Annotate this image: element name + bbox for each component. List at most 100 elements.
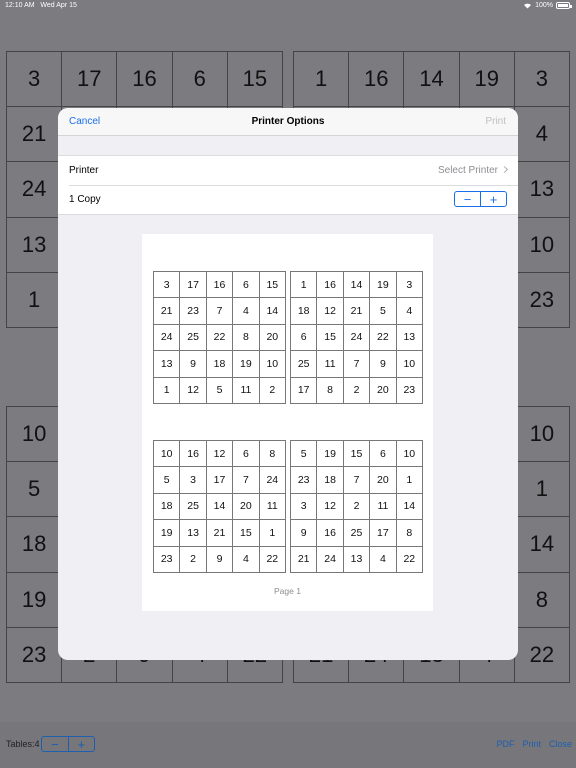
print-preview-page[interactable]: 3 17 16 6 15 21 23 7 4 14 24 25 22 8 20 13 9 18 19 10 1 12 5 11… xyxy=(142,234,433,611)
select-printer-value: Select Printer xyxy=(437,165,498,176)
grid-cell: 6 xyxy=(291,324,318,352)
grid-cell: 14 xyxy=(514,517,570,573)
grid-cell: 6 xyxy=(172,52,228,108)
tables-increment-button[interactable]: + xyxy=(69,737,95,751)
grid-cell: 9 xyxy=(370,351,397,378)
grid-cell: 3 xyxy=(396,272,423,299)
grid-cell: 9 xyxy=(180,351,207,378)
grid-cell: 21 xyxy=(154,298,181,325)
grid-cell: 25 xyxy=(180,493,207,521)
grid-cell: 10 xyxy=(396,441,423,468)
grid-cell: 13 xyxy=(514,162,570,218)
grid-cell: 13 xyxy=(396,324,423,352)
bottom-links: PDF Print Close xyxy=(496,739,572,749)
grid-cell: 6 xyxy=(370,441,397,468)
grid-cell: 12 xyxy=(317,493,344,521)
grid-cell: 1 xyxy=(7,272,63,328)
grid-cell: 21 xyxy=(291,546,318,573)
copies-increment-button[interactable]: + xyxy=(481,192,506,206)
copies-stepper: − + xyxy=(454,191,507,207)
preview-table-2: 1 16 14 19 3 18 12 21 5 4 6 15 24 22 13 25 11 7 9 10 17 8 2 20 2… xyxy=(290,271,423,404)
pdf-button[interactable]: PDF xyxy=(496,739,514,749)
battery-icon xyxy=(556,2,572,9)
grid-cell: 12 xyxy=(206,441,234,468)
printer-label: Printer xyxy=(69,165,99,176)
grid-cell: 17 xyxy=(291,377,318,404)
grid-cell: 7 xyxy=(343,351,371,378)
grid-cell: 21 xyxy=(7,107,63,163)
grid-cell: 23 xyxy=(154,546,181,573)
grid-cell: 23 xyxy=(396,377,423,404)
grid-cell: 14 xyxy=(343,272,371,299)
tables-count-label: Tables:4 xyxy=(6,739,40,749)
grid-cell: 24 xyxy=(343,324,371,352)
grid-cell: 18 xyxy=(7,517,63,573)
grid-cell: 2 xyxy=(343,493,371,521)
grid-cell: 22 xyxy=(259,546,286,573)
grid-cell: 13 xyxy=(7,217,63,273)
preview-table-4: 5 19 15 6 10 23 18 7 20 1 3 12 2 11 14 9 16 25 17 8 21 24 13 4 2… xyxy=(290,440,423,573)
dialog-nav-bar: Cancel Printer Options Print xyxy=(58,108,518,136)
grid-cell: 1 xyxy=(294,52,350,108)
grid-cell: 4 xyxy=(370,546,397,573)
grid-cell: 3 xyxy=(180,467,207,494)
printer-row[interactable]: Printer Select Printer xyxy=(58,156,518,185)
grid-cell: 10 xyxy=(259,351,286,378)
grid-cell: 19 xyxy=(317,441,344,468)
grid-cell: 18 xyxy=(206,351,234,378)
grid-cell: 7 xyxy=(343,467,371,494)
preview-table-3: 10 16 12 6 8 5 3 17 7 24 18 25 14 20 11 19 13 21 15 1 23 2 9 4 2… xyxy=(153,440,286,573)
grid-cell: 19 xyxy=(459,52,515,108)
grid-cell: 8 xyxy=(259,441,286,468)
grid-cell: 4 xyxy=(514,107,570,163)
grid-cell: 14 xyxy=(396,493,423,521)
grid-cell: 23 xyxy=(514,272,570,328)
dialog-print-button[interactable]: Print xyxy=(485,116,506,127)
status-bar: 12:10 AM Wed Apr 15 100% xyxy=(0,0,576,12)
grid-cell: 20 xyxy=(233,493,260,521)
grid-cell: 18 xyxy=(291,298,318,325)
grid-cell: 5 xyxy=(370,298,397,325)
status-time: 12:10 AM Wed Apr 15 xyxy=(5,2,77,9)
grid-cell: 1 xyxy=(154,377,181,404)
grid-cell: 3 xyxy=(291,493,318,521)
grid-cell: 8 xyxy=(317,377,344,404)
grid-cell: 8 xyxy=(514,572,570,628)
grid-cell: 15 xyxy=(317,324,344,352)
grid-cell: 13 xyxy=(180,520,207,547)
grid-cell: 7 xyxy=(233,467,260,494)
grid-cell: 20 xyxy=(259,324,286,352)
grid-cell: 9 xyxy=(291,520,318,547)
print-button[interactable]: Print xyxy=(522,739,541,749)
grid-cell: 21 xyxy=(343,298,371,325)
grid-cell: 17 xyxy=(180,272,207,299)
grid-cell: 16 xyxy=(349,52,405,108)
print-settings: Printer Select Printer 1 Copy − + xyxy=(58,155,518,215)
grid-cell: 19 xyxy=(233,351,260,378)
copies-decrement-button[interactable]: − xyxy=(455,192,481,206)
grid-cell: 14 xyxy=(404,52,460,108)
grid-cell: 25 xyxy=(291,351,318,378)
copies-label: 1 Copy xyxy=(69,194,101,205)
grid-cell: 1 xyxy=(396,467,423,494)
grid-cell: 12 xyxy=(317,298,344,325)
grid-cell: 10 xyxy=(154,441,181,468)
grid-cell: 16 xyxy=(117,52,173,108)
grid-cell: 15 xyxy=(233,520,260,547)
tables-decrement-button[interactable]: − xyxy=(42,737,69,751)
grid-cell: 15 xyxy=(343,441,371,468)
grid-cell: 10 xyxy=(514,407,570,463)
grid-cell: 11 xyxy=(317,351,344,378)
grid-cell: 7 xyxy=(206,298,234,325)
grid-cell: 19 xyxy=(7,572,63,628)
grid-cell: 24 xyxy=(317,546,344,573)
grid-cell: 5 xyxy=(206,377,234,404)
grid-cell: 10 xyxy=(396,351,423,378)
grid-cell: 16 xyxy=(317,520,344,547)
grid-cell: 14 xyxy=(206,493,234,521)
grid-cell: 17 xyxy=(62,52,118,108)
grid-cell: 4 xyxy=(396,298,423,325)
grid-cell: 22 xyxy=(396,546,423,573)
grid-cell: 20 xyxy=(370,377,397,404)
close-button[interactable]: Close xyxy=(549,739,572,749)
